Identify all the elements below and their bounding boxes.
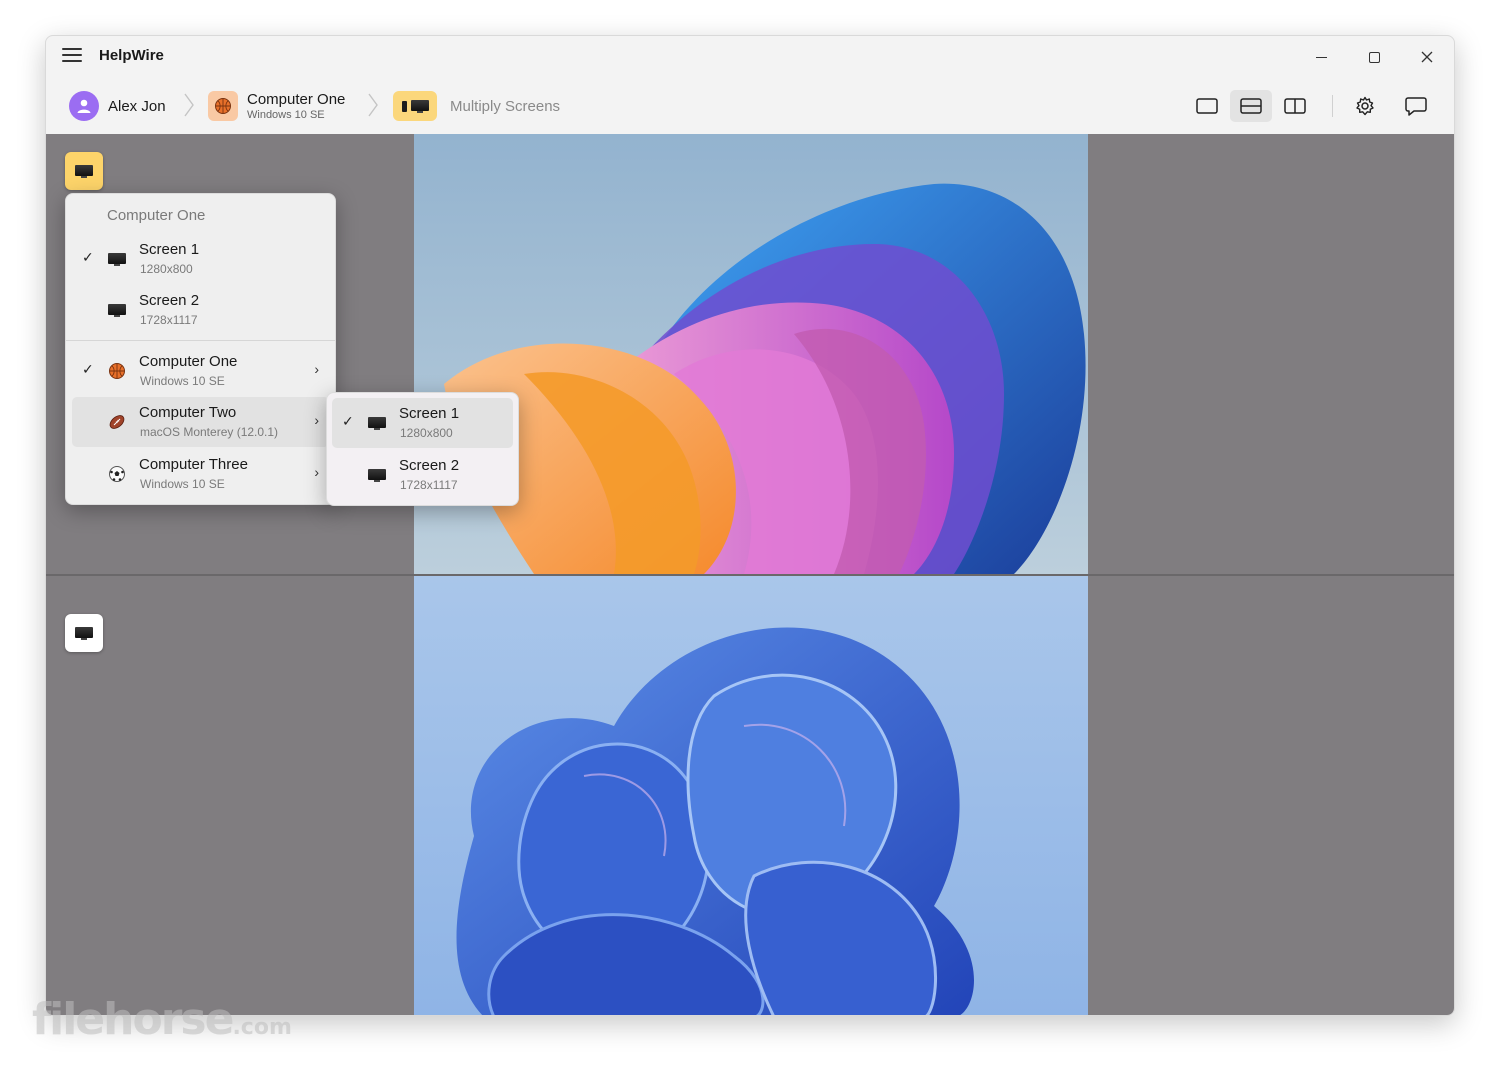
menu-item-screen-2[interactable]: Screen 2 1728x1117 [72,285,329,335]
maximize-icon [1368,51,1380,63]
minimize-icon [1315,56,1327,58]
monitor-icon [75,626,93,640]
remote-screen-2[interactable] [414,576,1088,1015]
menu-item-screen-1[interactable]: ✓ Screen 1 1280x800 [72,234,329,284]
minimize-button[interactable] [1298,42,1344,72]
menu-item-os: Windows 10 SE [140,374,225,388]
remote-screens-area: Computer One ✓ Screen 1 1280x800 Screen … [46,134,1454,1015]
menu-item-label: Computer One [139,353,238,370]
checkmark-icon: ✓ [342,413,354,429]
menu-item-computer-two[interactable]: Computer Two macOS Monterey (12.0.1) › [72,397,329,447]
hamburger-menu-icon[interactable] [62,48,82,64]
soccer-ball-icon [106,463,128,485]
monitor-icon [366,412,388,434]
submenu-item-screen-2[interactable]: Screen 2 1728x1117 [332,450,513,500]
close-button[interactable] [1404,42,1450,72]
menu-header: Computer One [107,207,206,224]
maximize-button[interactable] [1351,42,1397,72]
chevron-right-icon: › [314,464,319,480]
menu-item-os: macOS Monterey (12.0.1) [140,425,279,439]
screen-selector-button-top[interactable] [65,152,103,190]
breadcrumb-current-label: Multiply Screens [450,97,561,115]
monitor-icon [75,164,93,178]
watermark-tld: .com [232,1015,292,1040]
football-icon [106,411,128,433]
menu-item-label: Screen 1 [399,405,460,422]
watermark-brand: filehorse [32,994,234,1045]
single-view-button[interactable] [1186,90,1228,122]
app-title: HelpWire [99,47,164,64]
toolbar-divider [1332,95,1333,117]
menu-item-resolution: 1728x1117 [140,313,198,327]
menu-item-resolution: 1280x800 [140,262,193,276]
chat-icon [1405,97,1427,116]
monitor-icon [106,299,128,321]
breadcrumb-user-name: Alex Jon [108,97,166,115]
breadcrumb-current: Multiply Screens [393,86,560,126]
menu-item-label: Screen 1 [139,241,200,258]
checkmark-icon: ✓ [82,249,94,265]
split-vertical-button[interactable] [1274,90,1316,122]
menu-item-label: Screen 2 [399,457,460,474]
menu-item-label: Screen 2 [139,292,200,309]
multiple-screens-icon [393,91,437,121]
avatar [69,91,99,121]
breadcrumb-computer-name: Computer One [247,90,346,108]
gear-icon [1356,96,1374,116]
screen-selector-button-bottom[interactable] [65,614,103,652]
menu-item-label: Computer Three [139,456,248,473]
computer-two-submenu: ✓ Screen 1 1280x800 Screen 2 1728x1117 [326,392,519,506]
toolbar: Alex Jon Computer One Windows 10 SE Mult… [46,78,1454,134]
menu-item-label: Computer Two [139,404,237,421]
menu-separator [66,340,335,341]
chevron-right-icon: › [314,361,319,377]
breadcrumb-user[interactable]: Alex Jon [69,86,166,126]
menu-item-resolution: 1728x1117 [400,478,458,492]
monitor-icon [366,464,388,486]
breadcrumb-computer[interactable]: Computer One Windows 10 SE [208,86,345,126]
menu-item-os: Windows 10 SE [140,477,225,491]
split-vertical-icon [1284,98,1306,114]
close-icon [1421,51,1433,63]
chevron-right-icon [368,93,378,117]
menu-item-computer-three[interactable]: Computer Three Windows 10 SE › [72,449,329,499]
basketball-icon [106,360,128,382]
chevron-right-icon [184,93,194,117]
settings-button[interactable] [1344,90,1386,122]
split-horizontal-button[interactable] [1230,90,1272,122]
checkmark-icon: ✓ [82,361,94,377]
split-horizontal-icon [1240,98,1262,114]
screen-selector-menu: Computer One ✓ Screen 1 1280x800 Screen … [65,193,336,505]
menu-item-resolution: 1280x800 [400,426,453,440]
menu-item-computer-one[interactable]: ✓ Computer One Windows 10 SE › [72,346,329,396]
remote-screen-1[interactable] [414,134,1088,574]
watermark-logo: filehorse.com [32,994,292,1045]
chat-button[interactable] [1395,90,1437,122]
single-view-icon [1196,98,1218,114]
breadcrumb-computer-os: Windows 10 SE [247,108,325,121]
submenu-item-screen-1[interactable]: ✓ Screen 1 1280x800 [332,398,513,448]
chevron-right-icon: › [314,412,319,428]
title-bar: HelpWire [46,36,1454,78]
app-window: HelpWire Alex Jon Computer One Windows 1… [45,35,1455,1016]
basketball-icon [208,91,238,121]
monitor-icon [106,248,128,270]
user-icon [77,99,91,113]
